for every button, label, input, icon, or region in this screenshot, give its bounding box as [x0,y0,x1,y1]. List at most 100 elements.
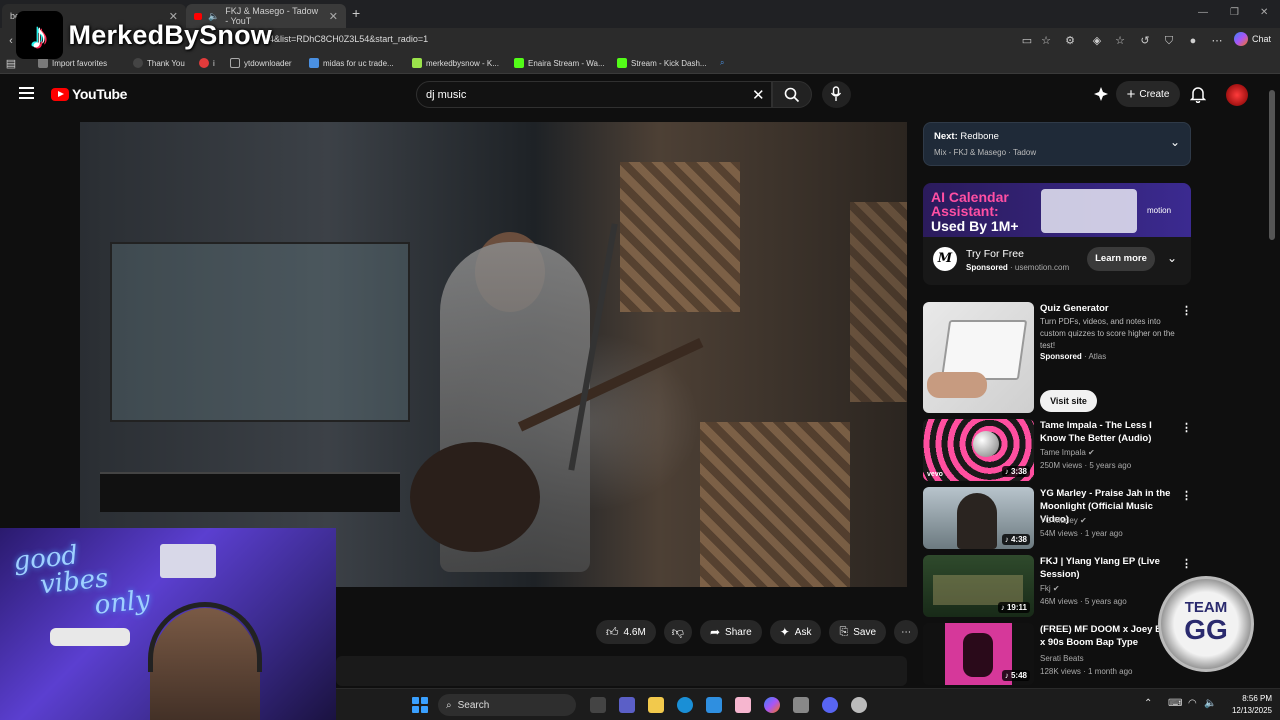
search-icon [784,87,800,103]
voice-search-button[interactable] [822,81,851,108]
page-scrollbar[interactable] [1269,90,1275,240]
more-actions-button[interactable]: ⋯ [894,620,919,644]
chat-label: Chat [1252,34,1272,44]
favorites-icon[interactable]: ☆ [1113,34,1127,48]
app-icon[interactable] [851,697,867,713]
bookmark-search-icon[interactable]: ⌕ [720,58,724,68]
kick-icon [617,58,627,68]
duration-badge: ♪ 5:48 [1001,670,1030,681]
thumbnail[interactable]: ♪ 5:48 [923,623,1034,685]
garden-image [933,575,1023,605]
youtube-header: YouTube dj music ✕ + Create [0,76,1280,114]
create-button[interactable]: + Create [1116,81,1180,107]
channel-name[interactable]: Tame Impala [1040,448,1086,457]
bookmark-kick-dash[interactable]: Stream - Kick Dash... [617,58,707,68]
thumbnail[interactable]: ♪ 4:38 [923,487,1034,549]
wifi-icon[interactable]: ◠ [1188,698,1197,709]
acoustic-panel [700,422,850,587]
bookmark-enaira[interactable]: Enaira Stream - Wa... [514,58,605,68]
ad-headline-3: Used By 1M+ [931,218,1019,234]
more-menu-icon[interactable]: ⋯ [1210,34,1224,48]
thumbnail[interactable]: vevo ♪ 3:38 [923,419,1034,481]
channel-name[interactable]: Fkj [1040,584,1051,593]
share-button[interactable]: ➦ Share [699,620,762,644]
extension-icon[interactable]: ⚙ [1063,34,1077,48]
bookmark-midas[interactable]: midas for uc trade... [309,58,394,68]
channel-name[interactable]: Serati Beats [1040,654,1084,663]
shield-icon[interactable]: ⛉ [1162,34,1176,48]
discord-icon[interactable] [822,697,838,713]
comment-bar [336,656,907,686]
history-icon[interactable]: ↺ [1138,34,1152,48]
url-field[interactable]: 54&list=RDhC8CH0Z3L54&start_radio=1 [264,34,428,44]
split-screen-icon[interactable]: ▭ [1020,34,1034,48]
video-item[interactable]: vevo ♪ 3:38 Tame Impala - The Less I Kno… [923,419,1193,482]
clear-search-icon[interactable]: ✕ [752,86,765,104]
video-item[interactable]: ♪ 5:48 (FREE) MF DOOM x Joey Bada$$ x 90… [923,623,1193,686]
store-icon[interactable] [706,697,722,713]
more-vert-icon[interactable]: ⋮ [1181,557,1192,570]
volume-icon[interactable]: 🔈 [1204,698,1216,709]
windows-start-icon[interactable] [412,697,428,713]
search-input[interactable]: dj music [426,89,466,101]
autoplay-next-panel[interactable]: Next: Redbone Mix - FKJ & Masego · Tadow… [923,122,1191,166]
notifications-bell-icon[interactable] [1189,85,1207,108]
close-window-icon[interactable]: ✕ [1260,7,1268,18]
visit-site-button[interactable]: Visit site [1040,390,1097,412]
teams-icon[interactable] [619,697,635,713]
browser-essentials-icon[interactable]: ◈ [1090,34,1104,48]
app-icon[interactable] [793,697,809,713]
ai-sparkle-icon[interactable] [1093,86,1109,102]
sponsored-item[interactable]: Quiz Generator Turn PDFs, videos, and no… [923,302,1193,414]
favorite-star-icon[interactable]: ☆ [1039,34,1053,48]
item-title[interactable]: Tame Impala - The Less I Know The Better… [1040,419,1180,445]
video-item[interactable]: ♪ 4:38 YG Marley - Praise Jah in the Moo… [923,487,1193,550]
dislike-button[interactable]: 👎︎ [663,620,692,644]
search-box[interactable]: dj music ✕ [416,81,772,108]
more-vert-icon[interactable]: ⋮ [1181,489,1192,502]
video-player[interactable] [80,122,907,587]
item-title[interactable]: Quiz Generator [1040,302,1180,315]
thumbnail[interactable]: ♪ 19:11 [923,555,1034,617]
menu-icon[interactable] [19,87,34,99]
like-button[interactable]: 👍︎ 4.6M [596,620,656,644]
copilot-chat-button[interactable]: Chat [1234,32,1271,46]
next-subtitle: Mix - FKJ & Masego · Tadow [934,148,1037,157]
copilot-icon[interactable] [764,697,780,713]
studio-window [110,242,410,422]
copilot-icon [1234,32,1248,46]
learn-more-button[interactable]: Learn more [1087,247,1155,271]
task-view-icon[interactable] [590,697,606,713]
ad-banner[interactable]: AI Calendar Assistant: Used By 1M+ motio… [923,183,1191,237]
restore-icon[interactable]: ❐ [1230,7,1239,18]
chevron-down-icon[interactable]: ⌄ [1167,251,1177,265]
bookmark-merkedbysnow[interactable]: merkedbysnow - K... [412,58,499,68]
minimize-icon[interactable]: — [1198,7,1208,18]
motion-logo-icon: M [933,247,957,271]
taskbar-search[interactable]: ⌕ Search [438,694,576,716]
app-icon[interactable] [735,697,751,713]
video-item[interactable]: ♪ 19:11 FKJ | Ylang Ylang EP (Live Sessi… [923,555,1193,618]
edge-icon[interactable] [677,697,693,713]
item-title[interactable]: FKJ | Ylang Ylang EP (Live Session) [1040,555,1180,581]
chevron-down-icon[interactable]: ⌄ [1170,135,1180,149]
thumbnail[interactable] [923,302,1034,413]
close-tab-icon[interactable]: ✕ [329,10,338,23]
save-button[interactable]: ⎘ Save [829,620,887,644]
profile-avatar-icon[interactable]: ● [1186,34,1200,48]
file-explorer-icon[interactable] [648,697,664,713]
ad-cta-title[interactable]: Try For Free [966,248,1024,260]
duration-badge: ♪ 19:11 [997,602,1030,613]
ask-button[interactable]: ✦ Ask [769,620,822,644]
language-icon[interactable]: ⌨ [1168,698,1182,709]
more-vert-icon[interactable]: ⋮ [1181,421,1192,434]
channel-name[interactable]: YG Marley [1040,516,1078,525]
avatar[interactable] [1226,84,1248,106]
search-button[interactable] [772,81,812,108]
more-vert-icon[interactable]: ⋮ [1181,304,1192,317]
tray-chevron-icon[interactable]: ⌃ [1144,698,1152,709]
clock[interactable]: 8:56 PM 12/13/2025 [1216,693,1272,717]
new-tab-icon[interactable]: + [352,5,360,21]
character-image [963,633,993,677]
youtube-logo[interactable]: YouTube [51,86,127,102]
